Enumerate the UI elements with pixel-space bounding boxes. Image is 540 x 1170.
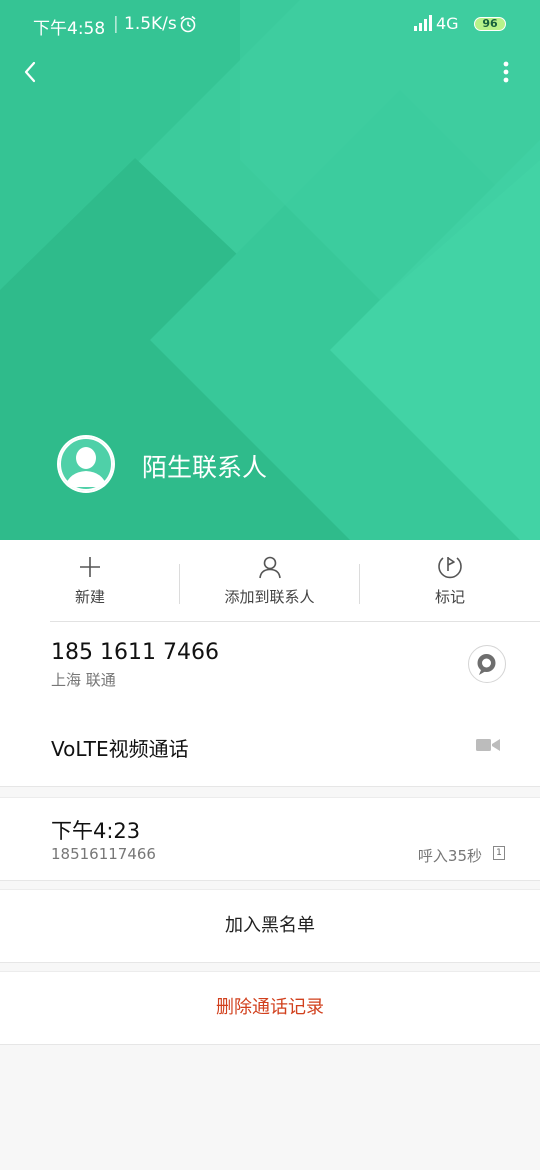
call-log-entry: 下午4:23 18516117466 呼入35秒 1 [0,797,540,881]
action-divider [359,564,360,604]
status-net-speed: 1.5K/s [124,14,177,34]
new-contact-label: 新建 [74,588,105,606]
alarm-icon [180,15,196,33]
video-call-icon[interactable] [475,736,501,754]
call-time: 下午4:23 [51,819,141,843]
signal-icon [414,15,432,31]
avatar-person-icon [59,437,113,491]
back-icon[interactable] [18,58,46,86]
status-separator: | [113,14,119,34]
add-to-contacts-label: 添加到联系人 [224,588,315,606]
person-icon [258,556,281,579]
phone-number[interactable]: 185 1611 7466 [51,640,219,665]
action-bar: 新建 添加到联系人 标记 [0,540,540,622]
call-info: 呼入35秒 [417,847,482,865]
status-bar: 下午4:58 | 1.5K/s 4G 96 [0,0,540,48]
phone-section: 185 1611 7466 上海 联通 VoLTE视频通话 [0,622,540,787]
contact-header: 下午4:58 | 1.5K/s 4G 96 陌生联系人 [0,0,540,540]
sim-card-icon: 1 [493,846,505,860]
battery-icon: 96 [474,17,506,31]
more-options-icon[interactable] [494,58,518,88]
contact-name: 陌生联系人 [142,453,268,482]
plus-icon [80,557,100,577]
mark-button[interactable]: 标记 [380,540,520,622]
phone-location: 上海 联通 [51,671,116,689]
volte-video-call[interactable]: VoLTE视频通话 [51,733,189,762]
message-icon [477,654,496,675]
status-time: 下午4:58 [33,19,106,39]
status-network: 4G [436,14,459,33]
call-number: 18516117466 [51,845,156,863]
message-button[interactable] [468,645,506,683]
add-to-blacklist-button[interactable]: 加入黑名单 [0,889,540,963]
avatar [57,435,115,493]
delete-call-log-button[interactable]: 删除通话记录 [0,971,540,1045]
flag-icon [438,557,462,579]
add-to-contacts-button[interactable]: 添加到联系人 [180,540,359,622]
new-contact-button[interactable]: 新建 [20,540,160,622]
mark-label: 标记 [434,588,465,606]
